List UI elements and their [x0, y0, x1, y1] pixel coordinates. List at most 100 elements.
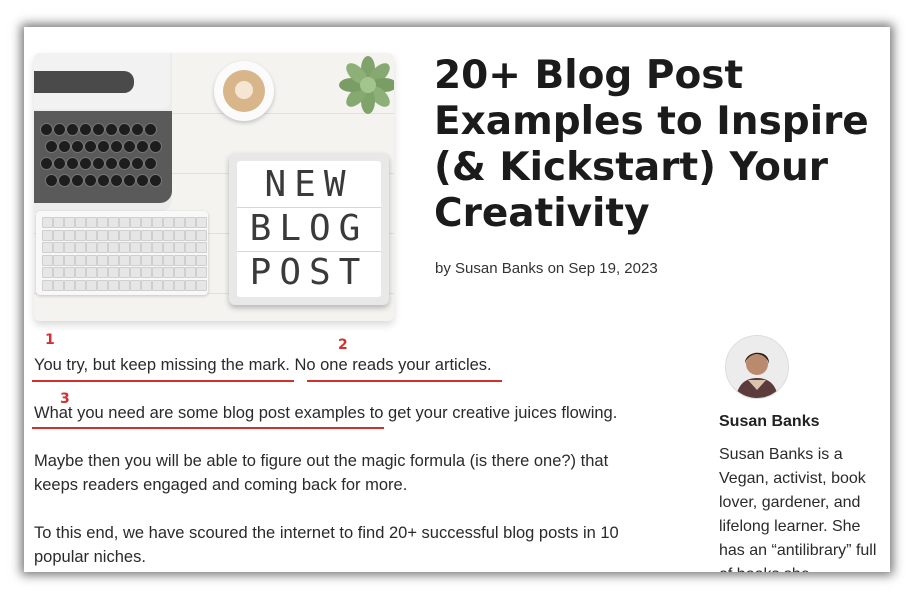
keyboard-key [108, 279, 119, 291]
annotation-marker-1: 1 [45, 332, 55, 348]
intro-paragraph-1: You try, but keep missing the mark. No o… [34, 356, 492, 374]
keyboard-key [64, 229, 75, 241]
keyboard-key [174, 254, 185, 266]
keyboard-key [108, 242, 119, 253]
keyboard-key [185, 267, 196, 278]
keyboard-key [108, 267, 119, 278]
typewriter-key [45, 174, 58, 187]
keyboard-key [130, 242, 141, 253]
keyboard-key [86, 229, 97, 241]
typewriter-key [40, 123, 53, 136]
typewriter-key [58, 140, 71, 153]
annotation-marker-2: 2 [338, 337, 348, 353]
keyboard-key [42, 217, 53, 228]
typewriter-key [97, 140, 110, 153]
keyboard-key [119, 267, 130, 278]
keyboard-key [86, 267, 97, 278]
keyboard-key [119, 242, 130, 253]
keyboard-key [152, 279, 163, 291]
keyboard-key [75, 254, 86, 266]
keyboard-key [53, 242, 64, 253]
typewriter-key [79, 157, 92, 170]
lightbox-line-1: NEW [264, 164, 354, 205]
typewriter-key [144, 157, 157, 170]
keyboard-key [53, 267, 64, 278]
keyboard-key [64, 254, 75, 266]
keyboard-key [86, 279, 97, 291]
keyboard-key [64, 217, 75, 228]
keyboard-key [64, 242, 75, 253]
keyboard-key [152, 267, 163, 278]
typewriter-key [110, 174, 123, 187]
keyboard-key [42, 267, 53, 278]
keyboard-key [174, 217, 185, 228]
keyboard-key [174, 229, 185, 241]
keyboard-key [86, 242, 97, 253]
keyboard-key [185, 217, 196, 228]
keyboard-key [196, 217, 207, 228]
keyboard-key [163, 217, 174, 228]
keyboard-key [64, 279, 75, 291]
keyboard-key [152, 242, 163, 253]
keyboard-key [174, 279, 185, 291]
keyboard-key [75, 279, 86, 291]
typewriter-key [84, 174, 97, 187]
keyboard-key [152, 254, 163, 266]
typewriter-key [110, 140, 123, 153]
keyboard-key [174, 267, 185, 278]
succulent-illustration [339, 56, 394, 114]
keyboard-key [119, 217, 130, 228]
typewriter-key [53, 157, 66, 170]
keyboard-key [152, 217, 163, 228]
keyboard-key [75, 229, 86, 241]
keyboard-key [53, 279, 64, 291]
typewriter-key [144, 123, 157, 136]
keyboard-key [130, 279, 141, 291]
author-name[interactable]: Susan Banks [719, 413, 819, 431]
keyboard-key [196, 242, 207, 253]
keyboard-key [185, 242, 196, 253]
page-frame: NEW BLOG POST 20+ Blog Post Examples to … [0, 0, 918, 600]
keyboard-key [196, 254, 207, 266]
annotation-underline-2 [307, 380, 502, 382]
keyboard-key [163, 267, 174, 278]
typewriter-key [71, 174, 84, 187]
typewriter-key [118, 157, 131, 170]
keyboard-key [141, 217, 152, 228]
typewriter-key [66, 157, 79, 170]
keyboard-key [53, 229, 64, 241]
keyboard-key [185, 279, 196, 291]
typewriter-illustration [34, 53, 172, 213]
keyboard-key [64, 267, 75, 278]
keyboard-key [53, 254, 64, 266]
author-bio: Susan Banks is a Vegan, activist, book l… [719, 446, 877, 572]
typewriter-key [118, 123, 131, 136]
author-avatar[interactable] [725, 335, 789, 399]
typewriter-key [79, 123, 92, 136]
keyboard-key [130, 229, 141, 241]
keyboard-key [75, 217, 86, 228]
keyboard-key [108, 217, 119, 228]
keyboard-key [86, 254, 97, 266]
keyboard-key [42, 279, 53, 291]
intro-paragraph-2: What you need are some blog post example… [34, 404, 618, 422]
keyboard-key [163, 242, 174, 253]
keyboard-key [97, 217, 108, 228]
keyboard-key [42, 242, 53, 253]
keyboard-key [141, 254, 152, 266]
keyboard-key [196, 279, 207, 291]
keyboard-key [130, 217, 141, 228]
lightbox-line-3: POST [249, 252, 369, 293]
typewriter-key [66, 123, 79, 136]
annotation-underline-3 [32, 427, 384, 429]
keyboard-key [185, 254, 196, 266]
article-title: 20+ Blog Post Examples to Inspire (& Kic… [434, 53, 869, 236]
keyboard-key [163, 229, 174, 241]
keyboard-key [174, 242, 185, 253]
keyboard-key [108, 254, 119, 266]
article-byline[interactable]: by Susan Banks on Sep 19, 2023 [435, 260, 658, 277]
typewriter-key [71, 140, 84, 153]
typewriter-key [97, 174, 110, 187]
typewriter-key [123, 174, 136, 187]
keyboard-key [75, 242, 86, 253]
